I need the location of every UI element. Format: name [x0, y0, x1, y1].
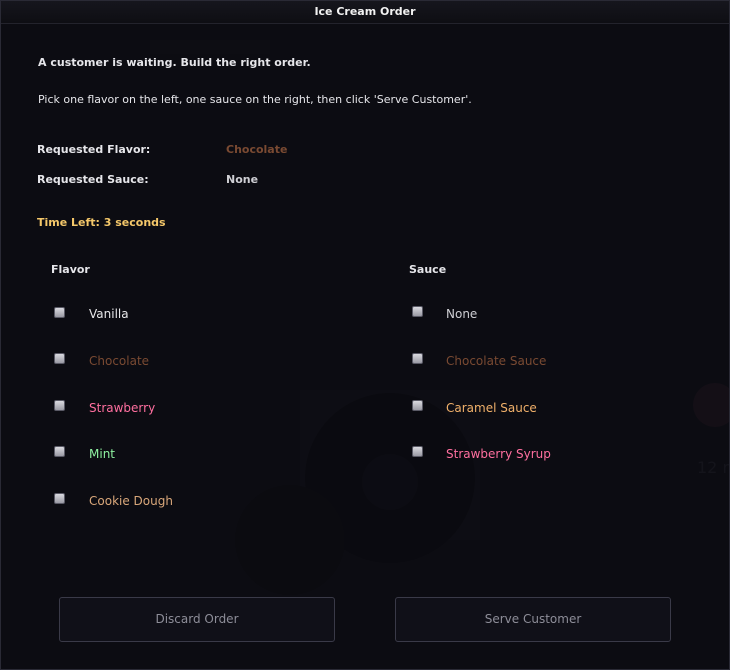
- sauce-option-none[interactable]: None: [446, 307, 477, 321]
- flavor-option-strawberry[interactable]: Strawberry: [89, 401, 155, 415]
- flavor-option-mint[interactable]: Mint: [89, 447, 115, 461]
- timer-text: Time Left: 3 seconds: [37, 216, 166, 229]
- flavor-checkbox-strawberry[interactable]: [54, 400, 65, 411]
- requested-sauce-label: Requested Sauce:: [37, 173, 149, 186]
- sauce-option-chocolate-sauce[interactable]: Chocolate Sauce: [446, 354, 546, 368]
- flavor-option-chocolate[interactable]: Chocolate: [89, 354, 149, 368]
- flavor-checkbox-mint[interactable]: [54, 446, 65, 457]
- sauce-checkbox-chocolate-sauce[interactable]: [412, 353, 423, 364]
- flavor-option-cookie-dough[interactable]: Cookie Dough: [89, 494, 173, 508]
- serve-customer-button[interactable]: Serve Customer: [395, 597, 671, 642]
- requested-flavor-label: Requested Flavor:: [37, 143, 151, 156]
- requested-sauce-value: None: [226, 173, 259, 186]
- order-dialog: Ice Cream Order A customer is waiting. B…: [0, 0, 730, 670]
- flavor-checkbox-cookie-dough[interactable]: [54, 493, 65, 504]
- sauce-option-strawberry-syrup[interactable]: Strawberry Syrup: [446, 447, 551, 461]
- requested-flavor-value: Chocolate: [226, 143, 288, 156]
- flavor-heading: Flavor: [51, 263, 90, 276]
- sauce-option-caramel-sauce[interactable]: Caramel Sauce: [446, 401, 537, 415]
- flavor-checkbox-chocolate[interactable]: [54, 353, 65, 364]
- sauce-checkbox-none[interactable]: [412, 306, 423, 317]
- headline: A customer is waiting. Build the right o…: [38, 56, 311, 69]
- flavor-option-vanilla[interactable]: Vanilla: [89, 307, 129, 321]
- discard-order-button[interactable]: Discard Order: [59, 597, 335, 642]
- window-title: Ice Cream Order: [1, 1, 729, 24]
- sauce-checkbox-caramel-sauce[interactable]: [412, 400, 423, 411]
- flavor-checkbox-vanilla[interactable]: [54, 307, 65, 318]
- sauce-heading: Sauce: [409, 263, 447, 276]
- sauce-checkbox-strawberry-syrup[interactable]: [412, 446, 423, 457]
- instruction: Pick one flavor on the left, one sauce o…: [38, 93, 472, 106]
